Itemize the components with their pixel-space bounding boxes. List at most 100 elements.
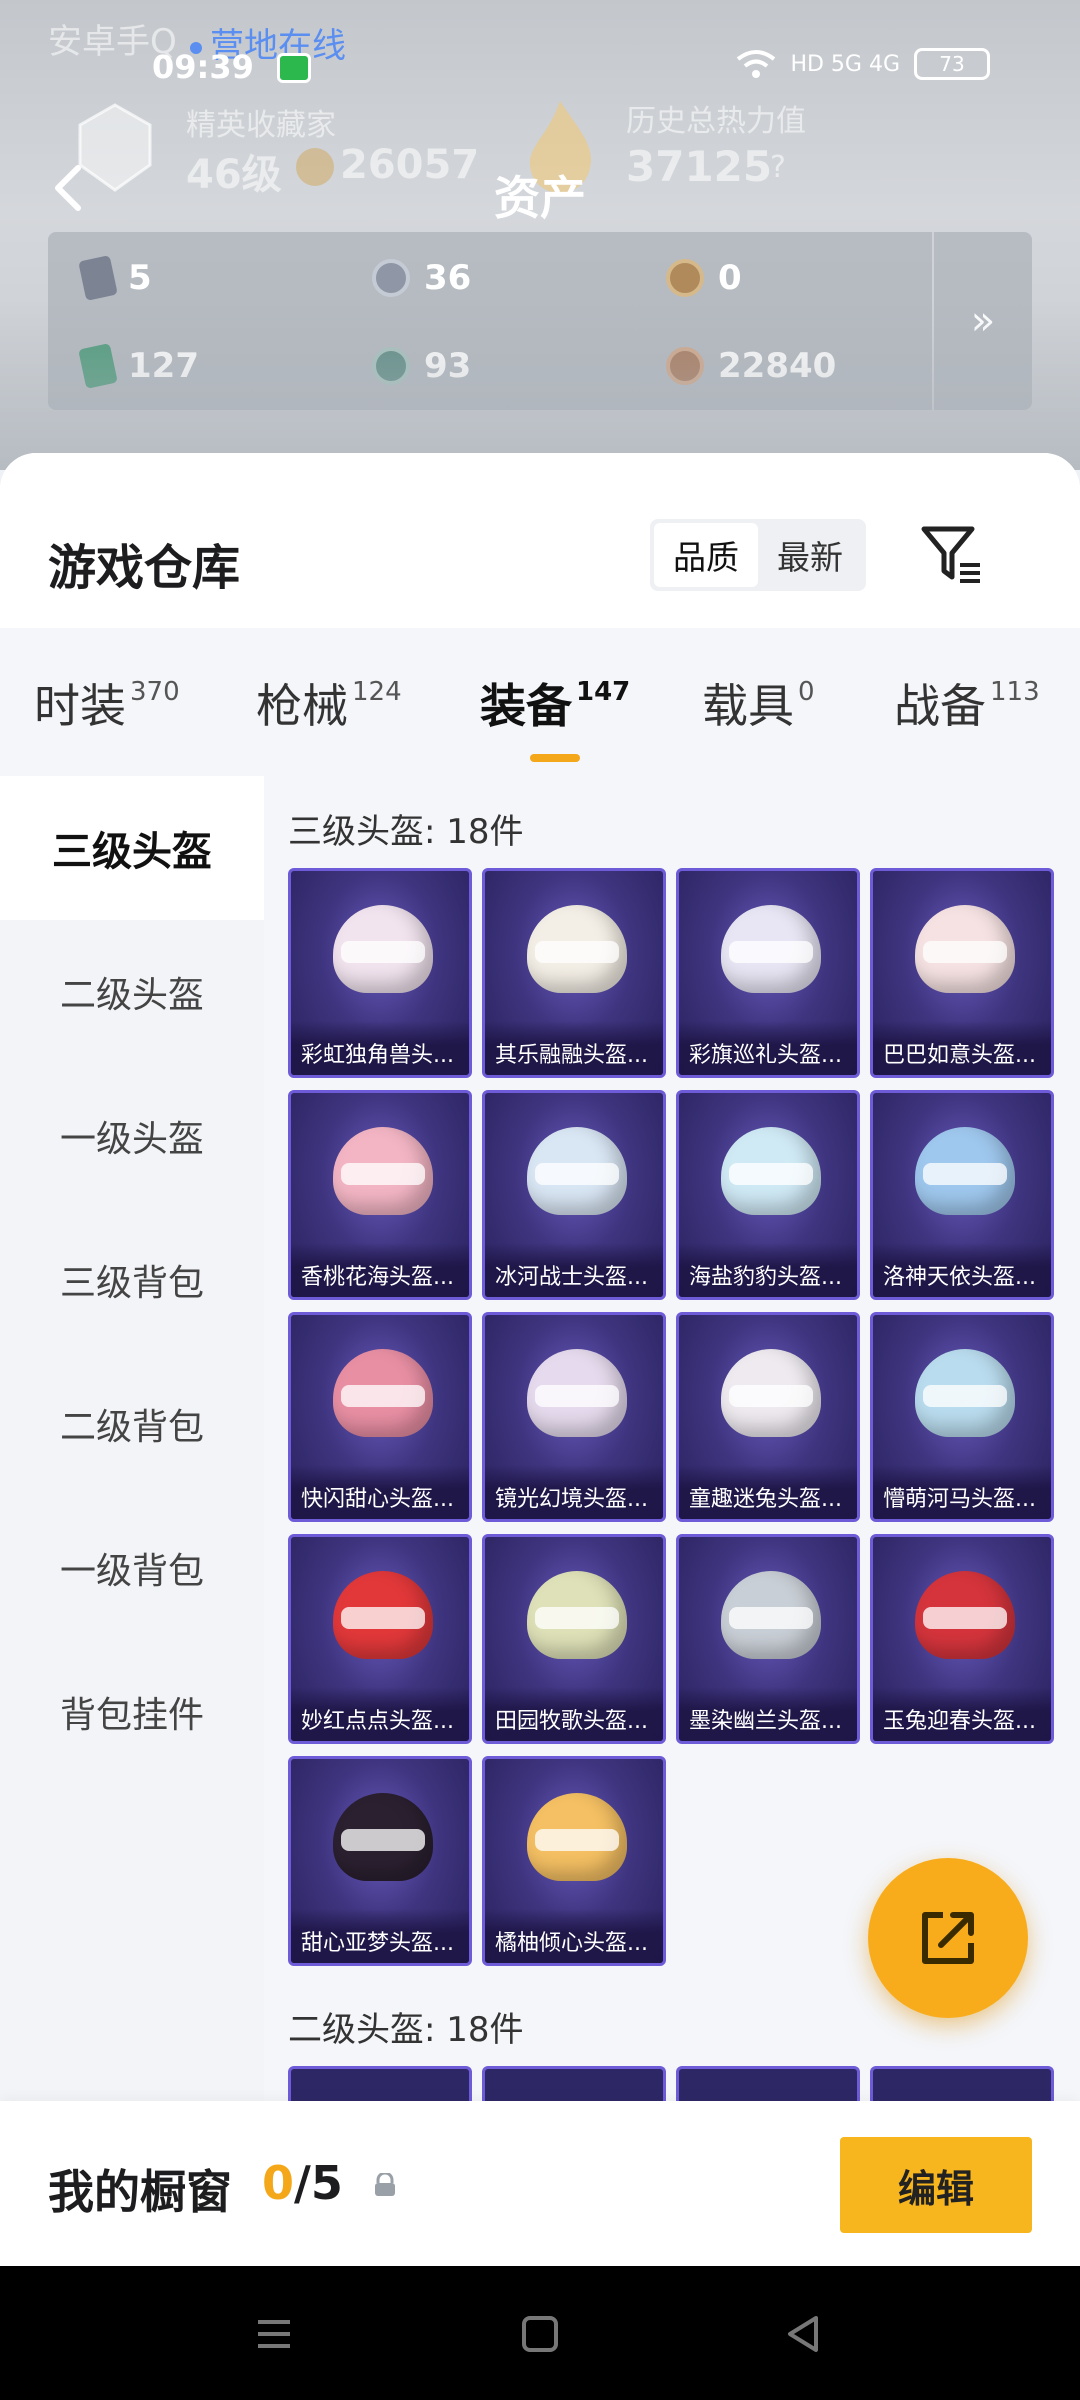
sort-latest-button[interactable]: 最新	[758, 523, 862, 587]
visor-shape	[341, 1385, 425, 1407]
visor-shape	[923, 941, 1007, 963]
menu-icon[interactable]	[244, 2304, 304, 2364]
share-out-button[interactable]	[868, 1858, 1028, 2018]
double-chevron-right-icon[interactable]: »	[932, 232, 1032, 410]
ticket-icon	[78, 343, 118, 389]
page-title: 资产	[494, 171, 586, 225]
stat-value: 93	[424, 346, 472, 386]
system-nav-bar	[0, 2266, 1080, 2400]
item-name: 香桃花海头盔...	[291, 1243, 469, 1297]
tab-weapons[interactable]: 枪械 124	[256, 670, 402, 736]
tab-equipment[interactable]: 装备 147	[480, 670, 630, 736]
back-icon[interactable]	[774, 2304, 834, 2364]
item-card[interactable]: 冰河战士头盔...	[482, 1090, 666, 1300]
item-card[interactable]: 海盐豹豹头盔...	[676, 1090, 860, 1300]
stat-item: 22840	[666, 346, 836, 386]
tab-fashion[interactable]: 时装 370	[34, 670, 180, 736]
wifi-icon	[737, 50, 776, 78]
item-card[interactable]	[870, 2066, 1054, 2103]
visor-shape	[535, 1163, 619, 1185]
item-name: 镜光幻境头盔...	[485, 1465, 663, 1519]
item-name: 田园牧歌头盔...	[485, 1687, 663, 1741]
item-grid: 彩虹独角兽头... 其乐融融头盔... 彩旗巡礼头盔... 巴巴如意头盔... 香桃花海…	[288, 868, 1058, 1968]
filter-icon[interactable]	[920, 523, 984, 587]
item-grid-next	[288, 2066, 1068, 2103]
showcase-title: 我的橱窗	[48, 2165, 232, 2219]
item-card[interactable]: 彩虹独角兽头...	[288, 868, 472, 1078]
item-card[interactable]: 快闪甜心头盔...	[288, 1312, 472, 1522]
item-card[interactable]: 墨染幽兰头盔...	[676, 1534, 860, 1744]
heat-label: 历史总热力值	[626, 104, 806, 139]
item-card[interactable]: 彩旗巡礼头盔...	[676, 868, 860, 1078]
item-card[interactable]: 童趣迷兔头盔...	[676, 1312, 860, 1522]
item-name: 童趣迷兔头盔...	[679, 1465, 857, 1519]
visor-shape	[535, 941, 619, 963]
sidebar-item-backpack-charm[interactable]: 背包挂件	[0, 1640, 264, 1784]
edit-button[interactable]: 编辑	[840, 2137, 1032, 2233]
visor-shape	[341, 1163, 425, 1185]
item-card[interactable]: 甜心亚梦头盔...	[288, 1756, 472, 1966]
item-card[interactable]: 懵萌河马头盔...	[870, 1312, 1054, 1522]
item-card[interactable]: 巴巴如意头盔...	[870, 868, 1054, 1078]
tab-supplies[interactable]: 战备 113	[894, 670, 1040, 736]
item-card[interactable]: 镜光幻境头盔...	[482, 1312, 666, 1522]
category-tabs: 时装 370 枪械 124 装备 147 载具 0 战备 113	[0, 628, 1080, 776]
tab-count: 124	[352, 677, 402, 707]
showcase-total: /5	[294, 2156, 343, 2210]
sort-quality-button[interactable]: 品质	[654, 523, 758, 587]
visor-shape	[341, 1607, 425, 1629]
visor-shape	[729, 1607, 813, 1629]
item-card[interactable]: 香桃花海头盔...	[288, 1090, 472, 1300]
gold-coin-icon	[666, 259, 704, 297]
status-time: 09:39	[152, 48, 254, 86]
visor-shape	[729, 1385, 813, 1407]
sidebar-item-level3-helmet[interactable]: 三级头盔	[0, 776, 264, 920]
item-name: 彩旗巡礼头盔...	[679, 1021, 857, 1075]
stat-item: 93	[372, 346, 471, 386]
tab-label: 枪械	[256, 679, 348, 733]
copper-coin-icon	[666, 347, 704, 385]
visor-shape	[535, 1607, 619, 1629]
warehouse-title: 游戏仓库	[48, 540, 241, 596]
visor-shape	[341, 1829, 425, 1851]
rank-label: 精英收藏家	[186, 108, 336, 143]
tab-count: 0	[798, 677, 815, 707]
stat-value: 0	[718, 258, 742, 298]
item-card[interactable]: 妙红点点头盔...	[288, 1534, 472, 1744]
sidebar-item-level1-backpack[interactable]: 一级背包	[0, 1496, 264, 1640]
item-card[interactable]	[288, 2066, 472, 2103]
home-icon[interactable]	[510, 2304, 570, 2364]
item-card[interactable]	[482, 2066, 666, 2103]
stat-item: 5	[78, 255, 152, 301]
tab-label: 装备	[480, 679, 572, 733]
item-card[interactable]: 玉兔迎春头盔...	[870, 1534, 1054, 1744]
stats-panel[interactable]: 5 36 0 127 93 22840 »	[48, 232, 1032, 410]
tab-vehicles[interactable]: 载具 0	[702, 670, 815, 736]
stat-value: 22840	[718, 346, 837, 386]
tab-count: 113	[990, 677, 1040, 707]
active-tab-indicator	[530, 754, 580, 762]
status-indicators: HD 5G 4G 73	[736, 48, 990, 80]
sidebar-item-level2-backpack[interactable]: 二级背包	[0, 1352, 264, 1496]
card-icon	[78, 255, 118, 301]
network-indicator: HD 5G 4G	[790, 51, 900, 77]
sidebar-item-level2-helmet[interactable]: 二级头盔	[0, 920, 264, 1064]
item-card[interactable]: 洛神天依头盔...	[870, 1090, 1054, 1300]
item-card[interactable]: 橘柚倾心头盔...	[482, 1756, 666, 1966]
sidebar-item-level3-backpack[interactable]: 三级背包	[0, 1208, 264, 1352]
visor-shape	[341, 941, 425, 963]
app-notification-icon	[277, 53, 311, 83]
tab-count: 370	[130, 677, 180, 707]
item-card[interactable]	[676, 2066, 860, 2103]
sidebar-item-level1-helmet[interactable]: 一级头盔	[0, 1064, 264, 1208]
item-card[interactable]: 其乐融融头盔...	[482, 868, 666, 1078]
item-name: 妙红点点头盔...	[291, 1687, 469, 1741]
stat-value: 127	[128, 346, 199, 386]
tab-label: 战备	[894, 679, 986, 733]
item-card[interactable]: 田园牧歌头盔...	[482, 1534, 666, 1744]
visor-shape	[923, 1385, 1007, 1407]
sort-toggle: 品质 最新	[650, 519, 866, 591]
item-name: 彩虹独角兽头...	[291, 1021, 469, 1075]
tab-count: 147	[576, 677, 631, 707]
visor-shape	[729, 1163, 813, 1185]
